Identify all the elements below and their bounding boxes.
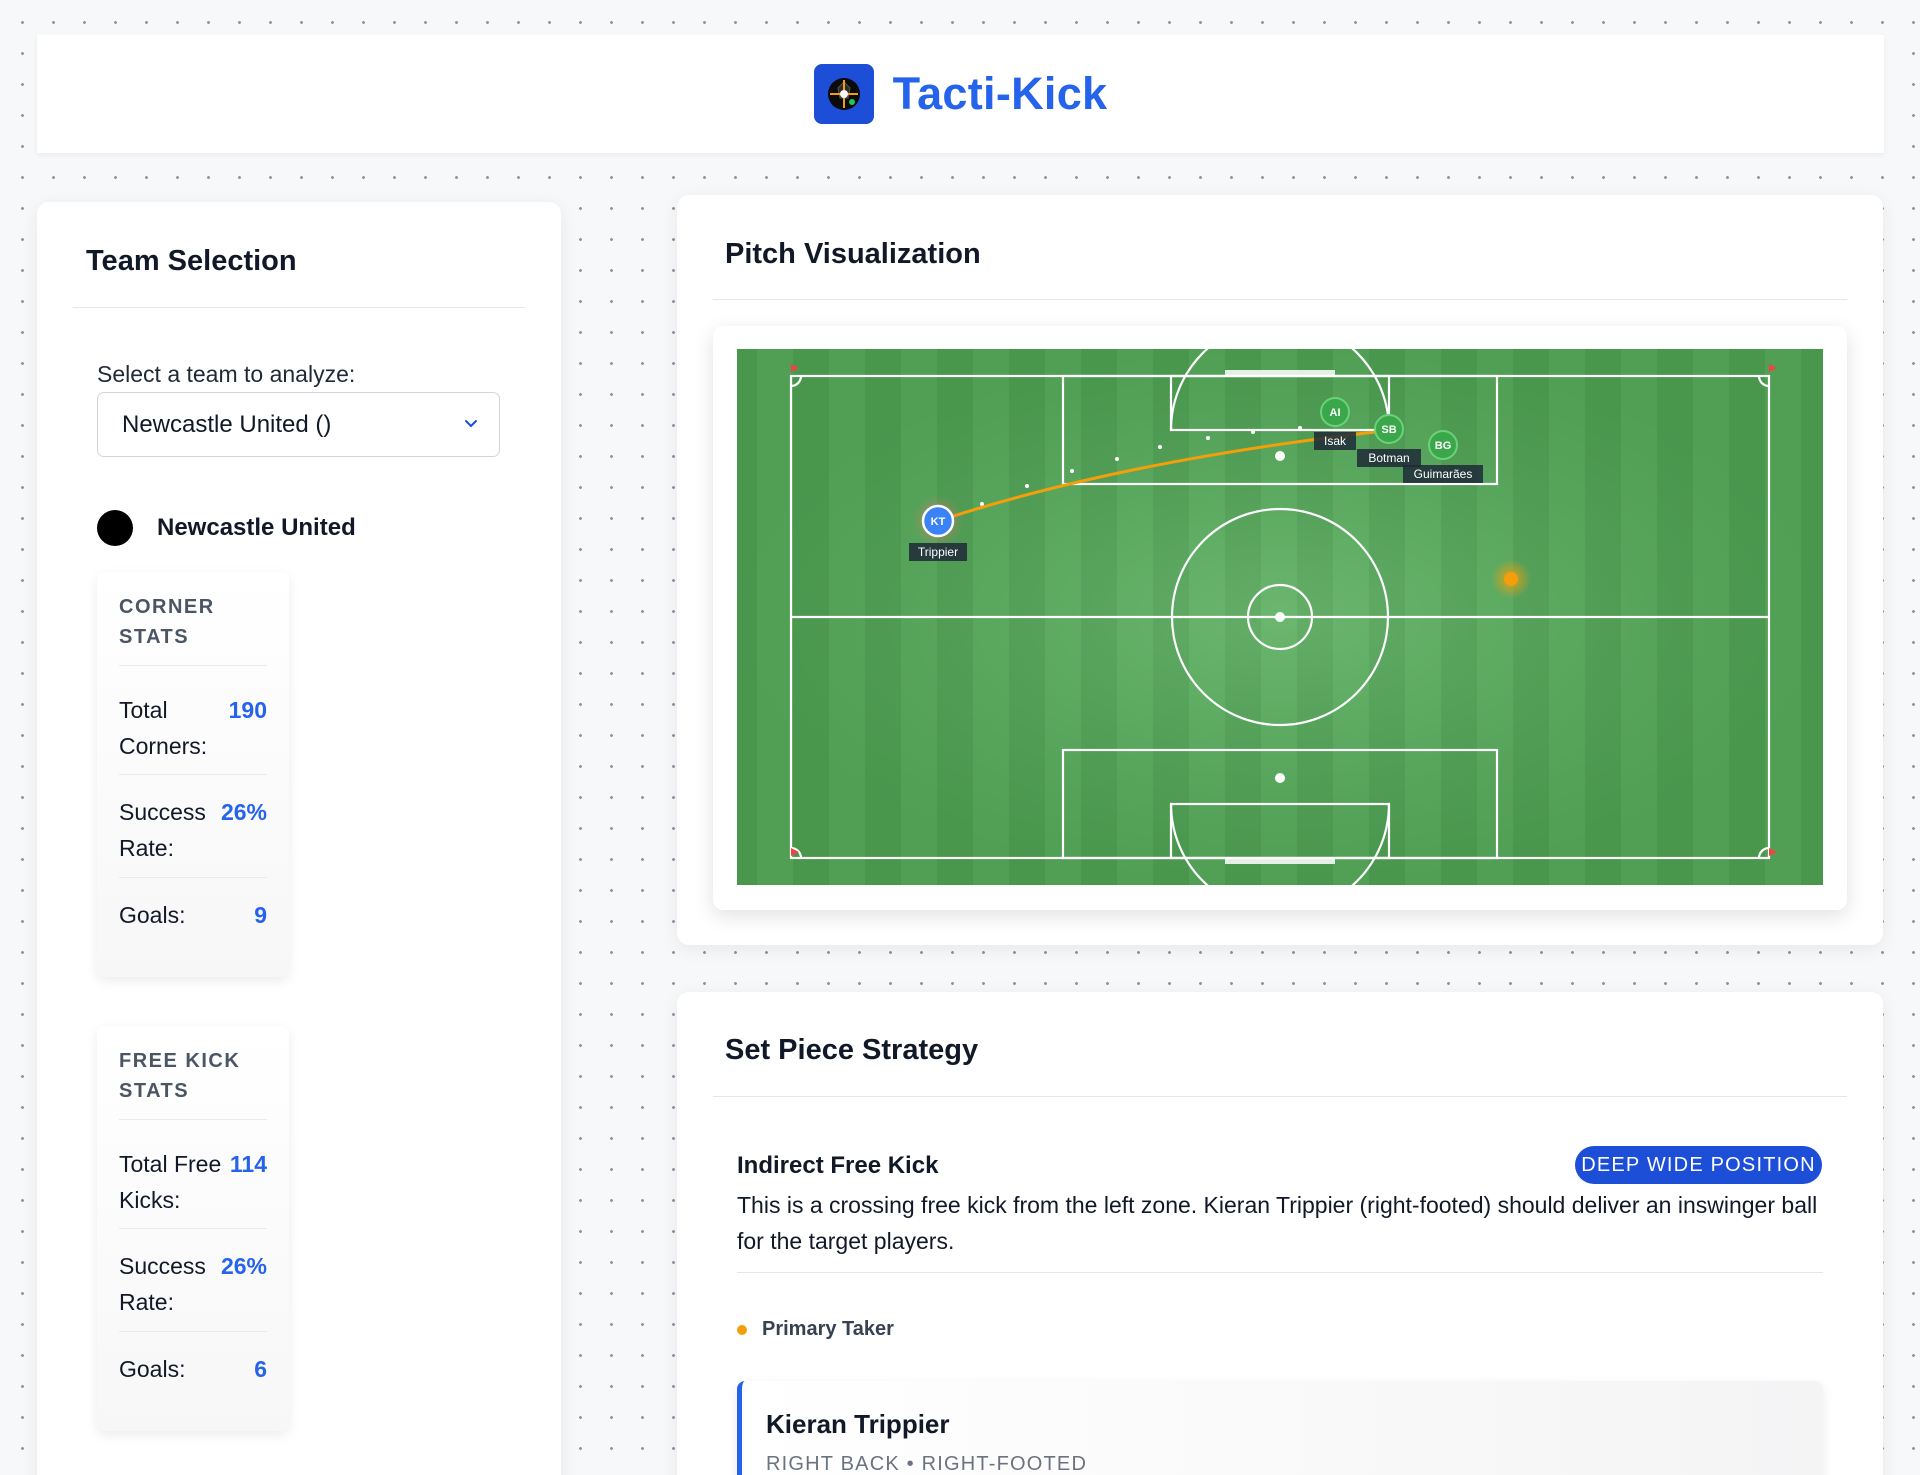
divider (713, 1096, 1847, 1097)
team-select-label: Select a team to analyze: (97, 361, 356, 387)
penalty-spot-bottom (1275, 773, 1285, 783)
divider (73, 307, 525, 308)
team-selection-title: Team Selection (86, 245, 297, 277)
divider (713, 299, 1847, 300)
pitch-canvas[interactable]: KT Trippier AI Isak SB Botman BG Guimarã… (737, 349, 1823, 885)
team-select-value: Newcastle United () (122, 410, 332, 438)
free-kick-success-label: Success Rate: (119, 1253, 206, 1315)
app-title: Tacti-Kick (892, 68, 1108, 119)
free-kick-success-value: 26% (220, 1253, 267, 1279)
player-marker-trippier[interactable]: KT Trippier (909, 495, 967, 561)
player-name-label: Isak (1324, 434, 1347, 448)
divider (119, 665, 267, 666)
app-header: Tacti-Kick (37, 35, 1884, 153)
corner-stats-card: CORNER STATS Total Corners: 190 Success … (97, 572, 289, 977)
free-kick-goals-label: Goals: (119, 1356, 186, 1382)
player-name-label: Botman (1368, 451, 1409, 465)
divider (119, 877, 267, 878)
strategy-description: This is a crossing free kick from the le… (737, 1192, 1818, 1254)
divider (119, 1119, 267, 1120)
app-logo-icon (813, 64, 874, 124)
team-color-dot (97, 510, 133, 546)
total-free-kicks-value: 114 (229, 1151, 267, 1177)
primary-taker-dot (737, 1325, 747, 1335)
primary-taker-label: Primary Taker (762, 1318, 894, 1340)
top-goal (1225, 370, 1335, 376)
free-kick-stats-card: FREE KICK STATS Total Free Kicks: 114 Su… (97, 1026, 289, 1431)
total-corners-value: 190 (228, 697, 267, 723)
divider (119, 774, 267, 775)
bottom-goal (1225, 858, 1335, 864)
team-select-dropdown[interactable]: Newcastle United () (97, 392, 500, 457)
position-badge: DEEP WIDE POSITION (1575, 1146, 1822, 1184)
player-initials: AI (1330, 407, 1341, 419)
player-initials: KT (931, 516, 946, 528)
free-kick-goals-value: 6 (254, 1356, 267, 1382)
player-initials: SB (1381, 424, 1396, 436)
team-name: Newcastle United (157, 514, 356, 541)
corner-success-label: Success Rate: (119, 799, 206, 861)
strategy-subtitle: Indirect Free Kick (737, 1152, 939, 1179)
taker-meta: RIGHT BACK • RIGHT-FOOTED (766, 1453, 1088, 1475)
free-kick-stats-heading: FREE KICK STATS (119, 1050, 241, 1102)
total-corners-label: Total Corners: (119, 697, 208, 759)
player-name-label: Trippier (918, 545, 958, 559)
center-spot (1275, 612, 1285, 622)
total-free-kicks-label: Total Free Kicks: (119, 1151, 222, 1213)
corner-goals-label: Goals: (119, 902, 186, 928)
taker-name: Kieran Trippier (766, 1409, 950, 1439)
penalty-spot-top (1275, 451, 1285, 461)
set-piece-strategy-title: Set Piece Strategy (725, 1034, 979, 1066)
corner-goals-value: 9 (254, 902, 267, 928)
corner-stats-heading: CORNER STATS (119, 596, 215, 648)
divider (737, 1272, 1823, 1273)
player-initials: BG (1435, 440, 1452, 452)
divider (119, 1228, 267, 1229)
pitch-visualization-title: Pitch Visualization (725, 238, 981, 270)
ball-icon (1504, 572, 1518, 586)
player-name-label: Guimarães (1414, 467, 1473, 481)
chevron-down-icon (465, 420, 477, 427)
divider (119, 1331, 267, 1332)
corner-success-value: 26% (220, 799, 267, 825)
